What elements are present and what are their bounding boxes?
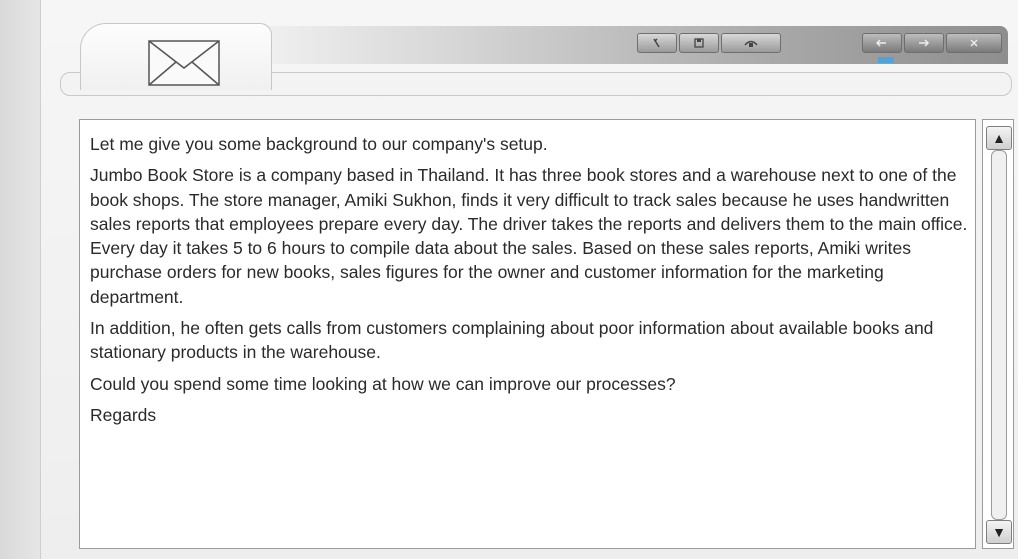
toolbar-right xyxy=(862,33,1002,53)
message-paragraph: In addition, he often gets calls from cu… xyxy=(90,318,934,363)
page-edge xyxy=(0,0,40,559)
forward-button[interactable] xyxy=(904,33,944,53)
active-indicator xyxy=(878,57,894,63)
message-signoff: Regards xyxy=(90,404,157,425)
scroll-track[interactable] xyxy=(991,150,1007,520)
scroll-down-icon: ▼ xyxy=(992,524,1006,540)
scroll-up-button[interactable]: ▲ xyxy=(986,126,1012,150)
wrench-icon xyxy=(653,38,660,48)
message-paragraph: Jumbo Book Store is a company based in T… xyxy=(90,165,968,307)
message-paragraph: Let me give you some background to our c… xyxy=(90,134,548,154)
scroll-down-button[interactable]: ▼ xyxy=(986,520,1012,544)
scroll-up-icon: ▲ xyxy=(992,130,1006,146)
envelope-icon xyxy=(148,40,220,86)
toolbar-center xyxy=(637,33,781,53)
close-button[interactable] xyxy=(946,33,1002,53)
message-paragraph: Could you spend some time looking at how… xyxy=(90,373,676,394)
attach-icon xyxy=(744,40,758,47)
close-icon xyxy=(970,39,978,47)
reply-button[interactable] xyxy=(862,33,902,53)
reply-icon xyxy=(875,39,886,47)
message-text: Let me give you some background to our c… xyxy=(90,132,970,434)
forward-icon xyxy=(919,39,930,47)
save-button[interactable] xyxy=(679,33,719,53)
wrench-button[interactable] xyxy=(637,33,677,53)
message-body: Let me give you some background to our c… xyxy=(79,119,976,549)
save-icon xyxy=(694,38,704,48)
vertical-scrollbar[interactable]: ▲ ▼ xyxy=(982,119,1014,549)
attach-button[interactable] xyxy=(721,33,781,53)
